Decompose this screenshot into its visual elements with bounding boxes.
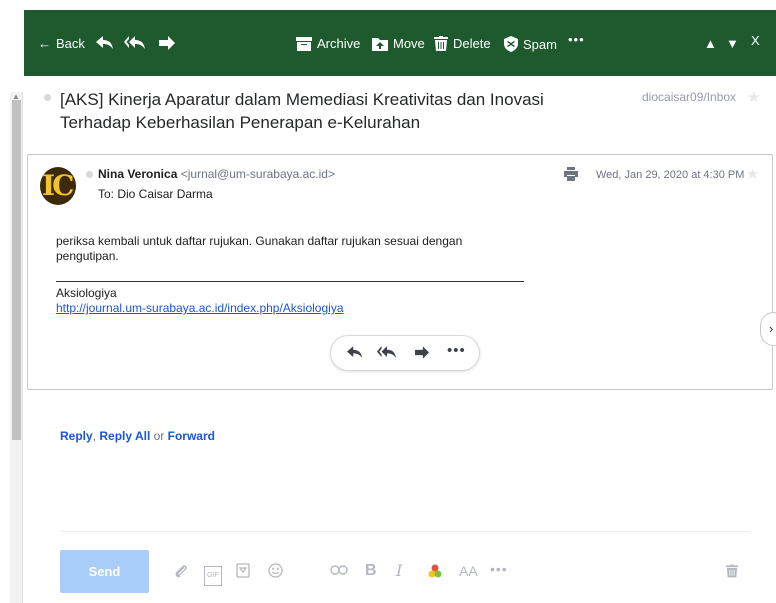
- move-label: Move: [393, 36, 425, 51]
- message-card: IC Nina Veronica <jurnal@um-surabaya.ac.…: [27, 154, 773, 390]
- signature-link[interactable]: http://journal.um-surabaya.ac.id/index.p…: [56, 301, 344, 315]
- pill-reply-button[interactable]: [347, 346, 363, 362]
- message-subject: [AKS] Kinerja Aparatur dalam Memediasi K…: [60, 90, 544, 132]
- reply-all-link[interactable]: Reply All: [99, 429, 150, 443]
- pill-more-button[interactable]: •••: [447, 342, 466, 359]
- italic-icon[interactable]: I: [396, 563, 402, 579]
- compose-divider: [60, 531, 750, 532]
- avatar[interactable]: IC: [40, 167, 76, 205]
- pill-forward-button[interactable]: [415, 346, 429, 362]
- forward-button[interactable]: [159, 36, 175, 50]
- move-button[interactable]: Move: [372, 36, 425, 51]
- spam-button[interactable]: Spam: [504, 36, 557, 52]
- pill-reply-all-button[interactable]: [377, 346, 397, 362]
- spam-label: Spam: [523, 36, 557, 52]
- quick-reply-links: Reply, Reply All or Forward: [60, 429, 215, 443]
- move-folder-icon: [372, 37, 388, 51]
- forward-link[interactable]: Forward: [168, 429, 215, 443]
- close-icon[interactable]: X: [751, 33, 760, 48]
- body-line: pengutipan.: [56, 249, 119, 263]
- recipient-line[interactable]: To: Dio Caisar Darma: [98, 187, 213, 201]
- body-line: periksa kembali untuk daftar rujukan. Gu…: [56, 234, 463, 248]
- message-date: Wed, Jan 29, 2020 at 4:30 PM: [596, 169, 745, 181]
- message-toolbar: ← Back Archive Move Delete Spam ••• ▲ ▼ …: [24, 10, 776, 76]
- sender-status-dot-icon: [86, 171, 93, 178]
- reply-link[interactable]: Reply: [60, 429, 93, 443]
- reply-button[interactable]: [96, 36, 114, 50]
- sender-line[interactable]: Nina Veronica <jurnal@um-surabaya.ac.id>: [98, 167, 335, 181]
- back-label: Back: [56, 36, 85, 51]
- archive-button[interactable]: Archive: [296, 36, 360, 51]
- send-button[interactable]: Send: [60, 550, 149, 593]
- signature-name: Aksiologiya: [56, 286, 117, 300]
- emoji-icon[interactable]: [268, 563, 283, 581]
- reply-icon: [347, 346, 363, 358]
- reply-separator: ,: [92, 429, 97, 443]
- scrollbar-thumb[interactable]: [12, 100, 21, 440]
- forward-icon: [159, 36, 175, 50]
- signature-divider: [56, 281, 524, 282]
- font-size-icon[interactable]: AA: [459, 563, 478, 579]
- previous-message-icon[interactable]: ▲: [704, 36, 717, 51]
- more-actions-button[interactable]: •••: [568, 32, 585, 47]
- shield-icon: [504, 36, 518, 52]
- folder-label[interactable]: diocaisar09/Inbox: [642, 90, 736, 104]
- text-color-icon[interactable]: [428, 563, 442, 582]
- sender-name: Nina Veronica: [98, 167, 178, 181]
- reply-all-icon: [377, 346, 397, 358]
- trash-icon: [434, 36, 448, 51]
- archive-icon: [296, 36, 312, 51]
- delete-label: Delete: [453, 36, 491, 51]
- print-button[interactable]: [564, 167, 578, 184]
- or-text: or: [153, 429, 165, 443]
- arrow-left-icon: ←: [38, 36, 51, 51]
- reply-all-button[interactable]: [124, 36, 146, 50]
- bold-icon[interactable]: B: [365, 563, 377, 579]
- avatar-initials: IC: [42, 169, 74, 202]
- discard-trash-icon[interactable]: [726, 564, 738, 581]
- unread-dot-icon[interactable]: [44, 94, 51, 101]
- chevron-right-icon[interactable]: ›: [760, 312, 776, 346]
- sender-email: <jurnal@um-surabaya.ac.id>: [180, 167, 335, 181]
- link-icon[interactable]: [330, 563, 348, 579]
- attach-icon[interactable]: [174, 563, 188, 582]
- reply-icon: [96, 36, 113, 49]
- delete-button[interactable]: Delete: [434, 36, 491, 51]
- left-scroll-strip: ▲: [0, 0, 24, 603]
- next-message-icon[interactable]: ▼: [726, 36, 739, 51]
- sticker-icon[interactable]: [236, 563, 250, 581]
- message-body: periksa kembali untuk daftar rujukan. Gu…: [56, 234, 476, 264]
- forward-icon: [415, 346, 429, 359]
- reply-all-icon: [124, 36, 145, 49]
- back-button[interactable]: ← Back: [38, 36, 85, 51]
- archive-label: Archive: [317, 36, 361, 51]
- message-star-icon[interactable]: ★: [746, 165, 759, 183]
- star-icon[interactable]: ★: [747, 88, 760, 106]
- more-formatting-icon[interactable]: •••: [490, 561, 508, 577]
- printer-icon: [564, 167, 578, 181]
- message-action-pill: •••: [330, 335, 480, 371]
- subject-header: [AKS] Kinerja Aparatur dalam Memediasi K…: [24, 76, 776, 154]
- gif-icon[interactable]: GIF: [204, 566, 222, 586]
